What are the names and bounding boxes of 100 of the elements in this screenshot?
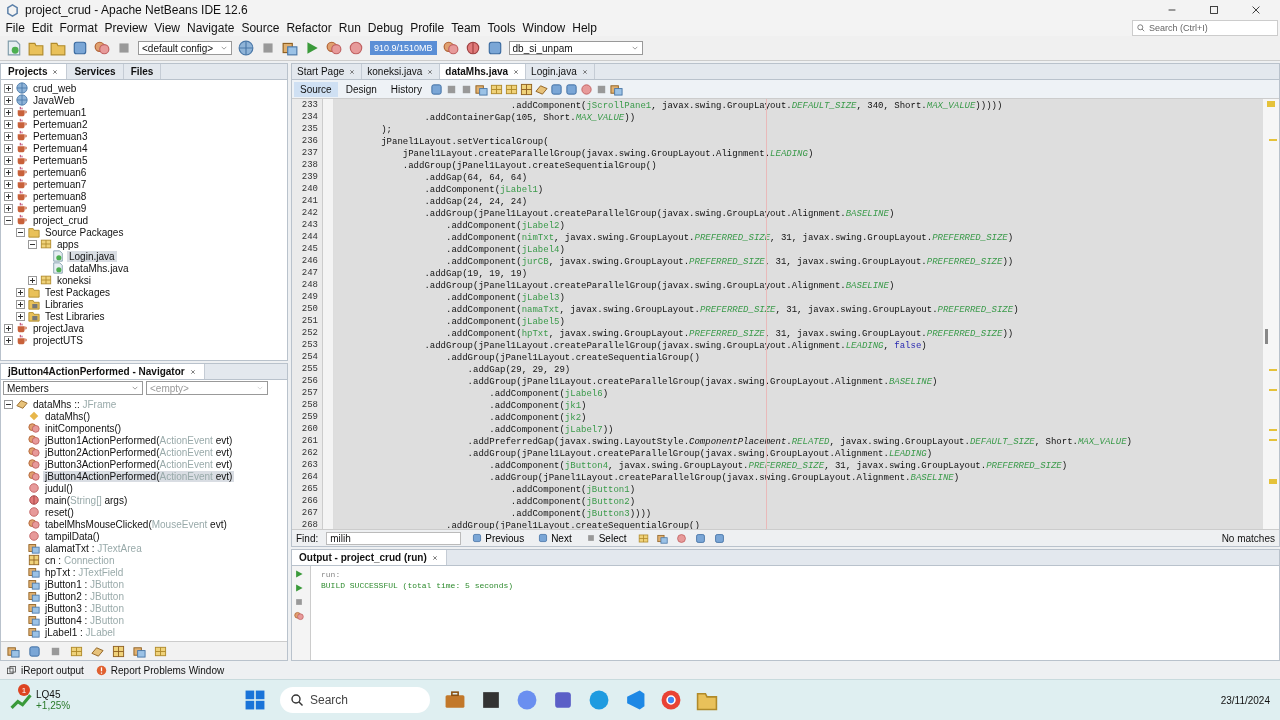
menu-item[interactable]: View — [150, 21, 184, 35]
expand-toggle[interactable] — [28, 275, 37, 285]
expand-toggle[interactable] — [4, 143, 13, 153]
menu-item[interactable]: Navigate — [183, 21, 238, 35]
editor-tool-icon[interactable] — [549, 82, 563, 96]
expand-toggle[interactable] — [4, 179, 13, 189]
tree-item[interactable]: Login.java — [67, 250, 117, 262]
maximize-icon[interactable] — [1208, 4, 1220, 16]
tree-item[interactable]: cn : Connection — [43, 554, 117, 566]
tree-item[interactable]: dataMhs :: JFrame — [31, 398, 119, 410]
widget-title[interactable]: LQ45 — [36, 689, 71, 700]
tree-item[interactable]: jButton2 : JButton — [43, 590, 126, 602]
find-button[interactable]: Next — [535, 532, 575, 544]
editor-tool-icon[interactable] — [429, 82, 443, 96]
editor-tool-icon[interactable] — [519, 82, 533, 96]
tree-item[interactable]: koneksi — [55, 274, 93, 286]
tree-item[interactable]: crud_web — [31, 82, 79, 94]
expand-toggle[interactable] — [4, 95, 13, 105]
config-dropdown[interactable]: <default config> — [138, 41, 232, 55]
run-icon[interactable] — [304, 40, 320, 56]
editor-tab[interactable]: Start Page — [292, 64, 363, 79]
tree-item[interactable]: judul() — [43, 482, 75, 494]
tree-item[interactable]: Libraries — [43, 298, 86, 310]
tree-item[interactable]: main(String[] args) — [43, 494, 130, 506]
tree-item[interactable]: projectJava — [31, 322, 87, 334]
stop-icon[interactable] — [294, 597, 304, 607]
tree-item[interactable]: jButton2ActionPerformed(ActionEvent evt) — [43, 446, 235, 458]
tree-item[interactable]: project_crud — [31, 214, 91, 226]
find-option-icon[interactable] — [694, 532, 706, 544]
tree-item[interactable]: jLabel1 : JLabel — [43, 626, 118, 638]
editor-tool-icon[interactable] — [534, 82, 548, 96]
menu-item[interactable]: Edit — [28, 21, 57, 35]
tree-item[interactable]: jButton1ActionPerformed(ActionEvent evt) — [43, 434, 235, 446]
code-editor-icon[interactable] — [624, 689, 646, 711]
expand-toggle[interactable] — [4, 167, 13, 177]
view-tab[interactable]: History — [384, 81, 428, 97]
status-item[interactable]: Report Problems Window — [110, 664, 225, 676]
tree-item[interactable]: jButton4 : JButton — [43, 614, 126, 626]
find-option-icon[interactable] — [656, 532, 668, 544]
new-folder-icon[interactable] — [28, 40, 44, 56]
view-tab[interactable]: Source — [294, 81, 338, 97]
tree-item[interactable]: pertemuan8 — [31, 190, 89, 202]
tree-item[interactable]: alamatTxt : JTextArea — [43, 542, 144, 554]
tree-item[interactable]: Pertemuan3 — [31, 130, 90, 142]
tree-item[interactable]: Pertemuan2 — [31, 118, 90, 130]
tree-item[interactable]: jButton3 : JButton — [43, 602, 126, 614]
menu-item[interactable]: Help — [568, 21, 601, 35]
tree-item[interactable]: Pertemuan5 — [31, 154, 90, 166]
menu-item[interactable]: Format — [56, 21, 102, 35]
menu-item[interactable]: Debug — [364, 21, 407, 35]
windows-logo-icon[interactable] — [244, 689, 266, 711]
collapse-toggle[interactable] — [4, 399, 13, 409]
editor-tab[interactable]: dataMhs.java — [440, 64, 527, 79]
new-file-icon[interactable] — [6, 40, 22, 56]
find-button[interactable]: Select — [582, 532, 630, 544]
collapse-toggle[interactable] — [4, 215, 13, 225]
tree-item[interactable]: dataMhs.java — [67, 262, 131, 274]
tree-item[interactable]: Pertemuan4 — [31, 142, 90, 154]
tree-item[interactable]: pertemuan6 — [31, 166, 89, 178]
editor-tab[interactable]: Login.java — [526, 64, 595, 79]
globe-icon[interactable] — [238, 40, 254, 56]
editor-tool-icon[interactable] — [474, 82, 488, 96]
menu-item[interactable]: Preview — [101, 21, 151, 35]
expand-toggle[interactable] — [4, 323, 13, 333]
expand-toggle[interactable] — [4, 83, 13, 93]
tree-item[interactable]: apps — [55, 238, 81, 250]
tree-item[interactable]: pertemuan7 — [31, 178, 89, 190]
menu-item[interactable]: Run — [335, 21, 365, 35]
menu-item[interactable]: Team — [447, 21, 485, 35]
editor-tool-icon[interactable] — [579, 82, 593, 96]
tree-item[interactable]: jButton3ActionPerformed(ActionEvent evt) — [43, 458, 235, 470]
database-dropdown[interactable]: db_si_unpam — [508, 41, 643, 55]
tree-item[interactable]: jButton1 : JButton — [43, 578, 126, 590]
expand-toggle[interactable] — [16, 299, 25, 309]
tree-item[interactable]: reset() — [43, 506, 76, 518]
expand-toggle[interactable] — [4, 155, 13, 165]
app-icon[interactable] — [552, 689, 574, 711]
panel-tab[interactable]: Output - project_crud (run) — [292, 550, 447, 565]
menu-item[interactable]: File — [2, 21, 29, 35]
panel-tab[interactable]: Projects — [1, 64, 68, 79]
tree-item[interactable]: tampilData() — [43, 530, 102, 542]
menu-item[interactable]: Refactor — [282, 21, 336, 35]
editor-tool-icon[interactable] — [504, 82, 518, 96]
tree-item[interactable]: pertemuan1 — [31, 106, 89, 118]
tree-item[interactable]: projectUTS — [31, 334, 85, 346]
view-tab[interactable]: Design — [339, 81, 383, 97]
tree-item[interactable]: Source Packages — [43, 226, 126, 238]
find-field[interactable]: milih — [326, 531, 462, 545]
expand-toggle[interactable] — [4, 191, 13, 201]
close-icon[interactable] — [1250, 4, 1262, 16]
tree-item[interactable]: hpTxt : JTextField — [43, 566, 126, 578]
status-item[interactable]: iReport output — [21, 664, 84, 676]
taskbar-search[interactable]: Search — [280, 687, 430, 713]
tree-item[interactable]: Test Packages — [43, 286, 113, 298]
tree-item[interactable]: tabelMhsMouseClicked(MouseEvent evt) — [43, 518, 229, 530]
clean-build-icon[interactable] — [282, 40, 298, 56]
expand-toggle[interactable] — [16, 287, 25, 297]
folder-icon[interactable] — [50, 40, 66, 56]
panel-tab[interactable]: Files — [123, 64, 162, 79]
tree-item[interactable]: dataMhs() — [43, 410, 92, 422]
